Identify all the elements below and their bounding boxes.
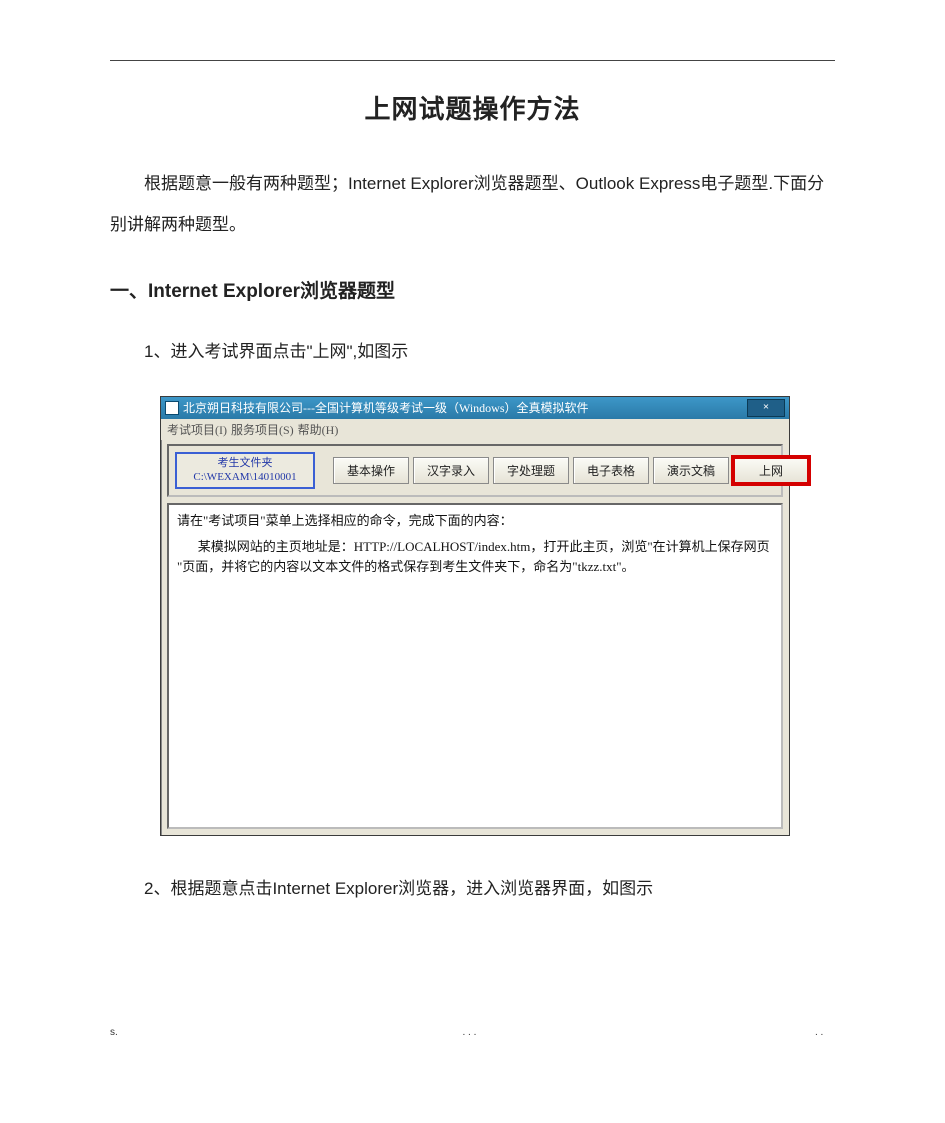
page-footer: s. . . . . .: [110, 1027, 835, 1048]
section-heading-1: 一、Internet Explorer浏览器题型: [110, 276, 835, 303]
button-basic-operation[interactable]: 基本操作: [333, 457, 409, 484]
document-page: 上网试题操作方法 根据题意一般有两种题型；Internet Explorer浏览…: [0, 0, 945, 1088]
app-icon: [165, 401, 179, 415]
exam-folder-box[interactable]: 考生文件夹 C:\WEXAM\14010001: [175, 452, 315, 489]
button-hanzi-input[interactable]: 汉字录入: [413, 457, 489, 484]
menu-item-help[interactable]: 帮助(H): [298, 421, 339, 438]
exam-folder-path: C:\WEXAM\14010001: [185, 470, 305, 484]
content-line-2: 某模拟网站的主页地址是：HTTP://LOCALHOST/index.htm，打…: [177, 537, 773, 577]
footer-left: s.: [110, 1027, 130, 1038]
toolbar-buttons: 基本操作 汉字录入 字处理题 电子表格 演示文稿 上网: [333, 457, 813, 484]
question-content-area: 请在"考试项目"菜单上选择相应的命令，完成下面的内容： 某模拟网站的主页地址是：…: [167, 503, 783, 829]
exam-folder-label: 考生文件夹: [185, 456, 305, 470]
button-spreadsheet[interactable]: 电子表格: [573, 457, 649, 484]
window-titlebar[interactable]: 北京朔日科技有限公司---全国计算机等级考试一级（Windows）全真模拟软件 …: [161, 397, 789, 419]
application-window: 北京朔日科技有限公司---全国计算机等级考试一级（Windows）全真模拟软件 …: [160, 396, 790, 836]
footer-mid: . . .: [463, 1027, 483, 1038]
footer-right: . .: [815, 1027, 835, 1038]
close-button[interactable]: ×: [747, 399, 785, 417]
page-title: 上网试题操作方法: [110, 89, 835, 126]
button-presentation[interactable]: 演示文稿: [653, 457, 729, 484]
top-horizontal-rule: [110, 60, 835, 61]
close-icon: ×: [763, 402, 769, 413]
content-line-1: 请在"考试项目"菜单上选择相应的命令，完成下面的内容：: [177, 511, 773, 531]
menu-item-service[interactable]: 服务项目(S): [231, 421, 294, 438]
window-menubar: 考试项目(I) 服务项目(S) 帮助(H): [161, 419, 789, 440]
window-title-text: 北京朔日科技有限公司---全国计算机等级考试一级（Windows）全真模拟软件: [183, 399, 743, 416]
intro-paragraph: 根据题意一般有两种题型；Internet Explorer浏览器题型、Outlo…: [110, 164, 835, 246]
toolbar: 考生文件夹 C:\WEXAM\14010001 基本操作 汉字录入 字处理题 电…: [167, 444, 783, 497]
menu-item-exam[interactable]: 考试项目(I): [167, 421, 227, 438]
embedded-screenshot: 北京朔日科技有限公司---全国计算机等级考试一级（Windows）全真模拟软件 …: [160, 396, 790, 836]
button-word-processing[interactable]: 字处理题: [493, 457, 569, 484]
step-2-text: 2、根据题意点击Internet Explorer浏览器，进入浏览器界面，如图示: [110, 870, 835, 907]
button-internet[interactable]: 上网: [733, 457, 809, 484]
step-1-text: 1、进入考试界面点击"上网",如图示: [110, 333, 835, 370]
